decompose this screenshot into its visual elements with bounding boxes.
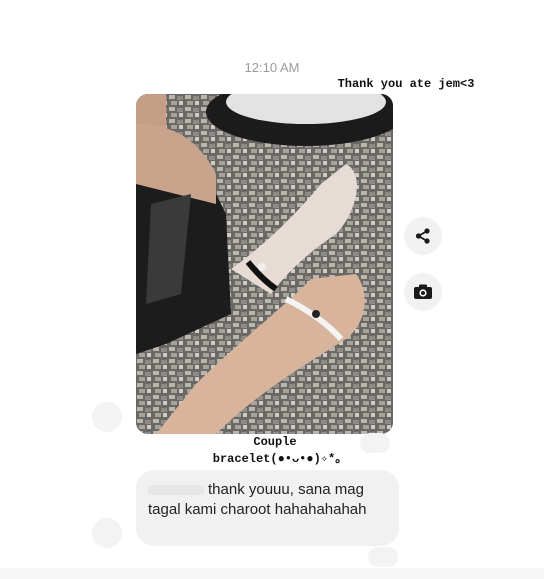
avatar	[92, 518, 122, 548]
photo-illustration	[136, 94, 393, 434]
bottom-bar	[0, 568, 544, 579]
photo-caption-top: Thank you ate jem<3	[337, 77, 475, 91]
redacted-name	[148, 485, 204, 496]
share-button[interactable]	[404, 217, 442, 255]
message-timestamp: 12:10 AM	[244, 60, 300, 75]
share-icon	[415, 228, 430, 244]
photo-caption-line1: Couple	[253, 435, 297, 449]
message-reaction	[368, 547, 398, 567]
camera-icon	[414, 284, 432, 299]
camera-button[interactable]	[404, 273, 442, 311]
shared-photo[interactable]	[136, 94, 393, 434]
message-bubble[interactable]: thank youuu, sana mag tagal kami charoot…	[136, 470, 399, 546]
photo-caption-line2: bracelet(●•ᴗ•●)✧*。	[212, 452, 348, 466]
reaction-placeholder	[360, 433, 390, 453]
avatar-placeholder	[92, 402, 122, 432]
